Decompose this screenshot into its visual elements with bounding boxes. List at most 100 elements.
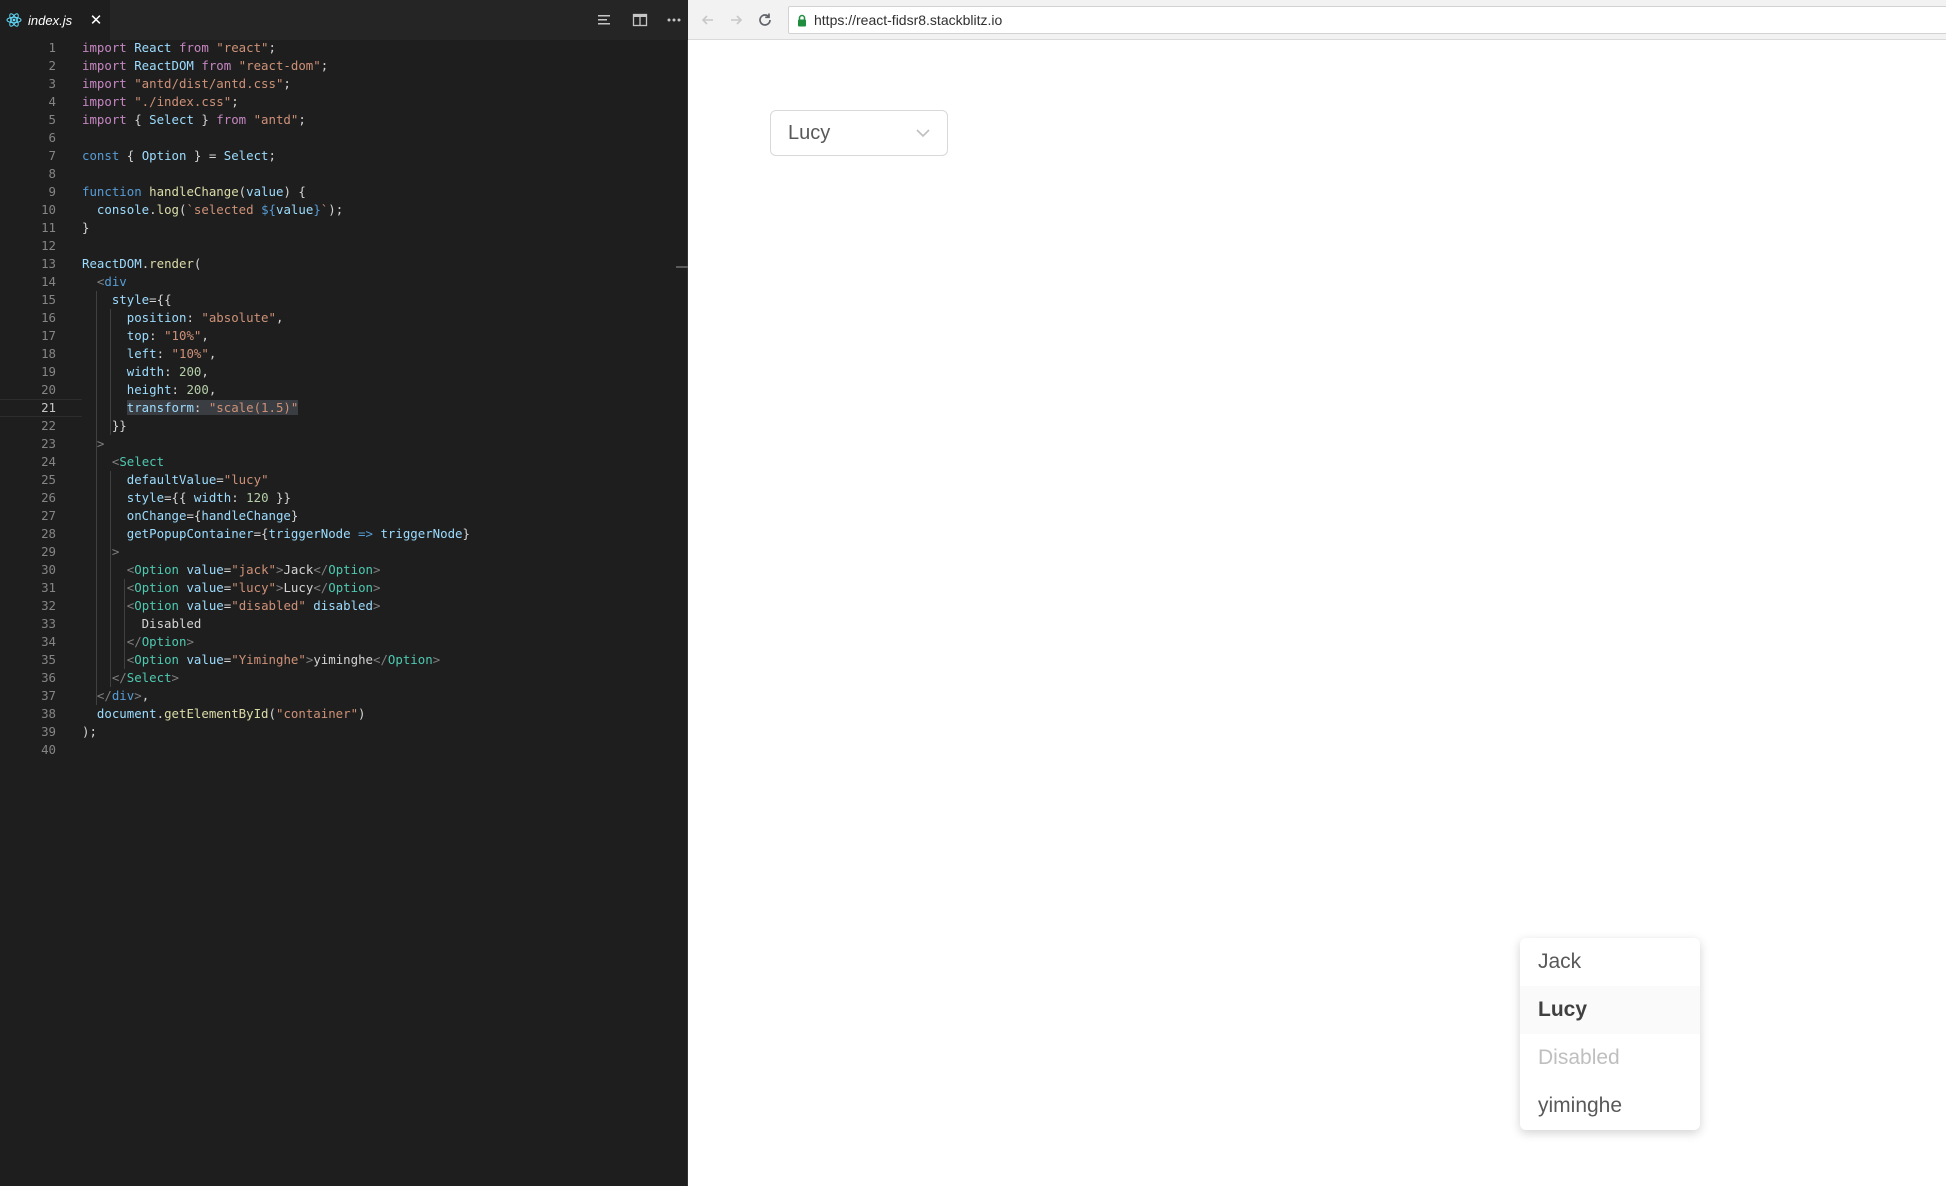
code-text: }: [82, 219, 89, 237]
code-line[interactable]: 24 <Select: [0, 453, 688, 471]
code-text: <div: [82, 273, 127, 291]
line-number: 4: [48, 94, 56, 109]
code-line[interactable]: 25 defaultValue="lucy": [0, 471, 688, 489]
code-text: Disabled: [82, 615, 202, 633]
code-line[interactable]: 35 <Option value="Yiminghe">yiminghe</Op…: [0, 651, 688, 669]
code-line[interactable]: 12: [0, 237, 688, 255]
code-line[interactable]: 34 </Option>: [0, 633, 688, 651]
more-icon[interactable]: [664, 10, 684, 30]
option-jack[interactable]: Jack: [1520, 938, 1700, 986]
code-line[interactable]: 27 onChange={handleChange}: [0, 507, 688, 525]
code-line[interactable]: 26 style={{ width: 120 }}: [0, 489, 688, 507]
option-yiminghe[interactable]: yiminghe: [1520, 1082, 1700, 1130]
line-number: 35: [41, 652, 56, 667]
code-token: >: [373, 562, 381, 577]
code-token: </: [126, 634, 142, 649]
line-number: 19: [41, 364, 56, 379]
code-line[interactable]: 22 }}: [0, 417, 688, 435]
split-editor-icon[interactable]: [630, 10, 650, 30]
code-line[interactable]: 23 >: [0, 435, 688, 453]
code-line[interactable]: 31 <Option value="lucy">Lucy</Option>: [0, 579, 688, 597]
code-token: ;: [268, 148, 276, 163]
code-token: =: [216, 472, 224, 487]
code-line[interactable]: 2 import ReactDOM from "react-dom";: [0, 57, 688, 75]
code-token: Option: [141, 634, 187, 649]
code-token: React: [134, 40, 179, 55]
code-line[interactable]: 29 >: [0, 543, 688, 561]
code-line[interactable]: 38 document.getElementById("container"): [0, 705, 688, 723]
select-dropdown[interactable]: Lucy: [770, 110, 948, 156]
option-lucy[interactable]: Lucy: [1520, 986, 1700, 1034]
code-line[interactable]: 40: [0, 741, 688, 759]
code-line[interactable]: 8: [0, 165, 688, 183]
code-token: width: [193, 490, 232, 505]
close-icon[interactable]: ✕: [88, 10, 104, 30]
code-line[interactable]: 3 import "antd/dist/antd.css";: [0, 75, 688, 93]
code-line[interactable]: 14 <div: [0, 273, 688, 291]
code-token: triggerNode: [268, 526, 359, 541]
code-line[interactable]: 4 import "./index.css";: [0, 93, 688, 111]
code-line[interactable]: 17 top: "10%",: [0, 327, 688, 345]
code-token: ;: [268, 40, 284, 55]
code-line[interactable]: 10 console.log(`selected ${value}`);: [0, 201, 688, 219]
code-token: ReactDOM: [82, 256, 142, 271]
code-line[interactable]: 5 import { Select } from "antd";: [0, 111, 688, 129]
code-token: import: [82, 94, 135, 109]
code-line[interactable]: 30 <Option value="jack">Jack</Option>: [0, 561, 688, 579]
code-token: "antd/dist/antd.css": [134, 76, 284, 91]
code-line[interactable]: 6: [0, 129, 688, 147]
code-line[interactable]: 36 </Select>: [0, 669, 688, 687]
code-line[interactable]: 13 ReactDOM.render(: [0, 255, 688, 273]
code-token: }: [462, 526, 470, 541]
code-line[interactable]: 15 style={{: [0, 291, 688, 309]
tab-index-js[interactable]: index.js ✕: [0, 0, 110, 40]
line-number: 32: [41, 598, 56, 613]
code-line[interactable]: 9 function handleChange(value) {: [0, 183, 688, 201]
code-line[interactable]: 33 Disabled: [0, 615, 688, 633]
indent-guide: [124, 579, 125, 669]
align-left-icon[interactable]: [594, 10, 614, 30]
code-token: render: [149, 256, 194, 271]
code-token: Select: [119, 454, 165, 469]
code-token: const: [82, 148, 127, 163]
code-token: {: [134, 112, 150, 127]
code-line[interactable]: 11}: [0, 219, 688, 237]
forward-arrow-icon[interactable]: [726, 10, 746, 30]
reload-icon[interactable]: [755, 10, 775, 30]
back-arrow-icon[interactable]: [698, 10, 718, 30]
option-disabled: Disabled: [1538, 1046, 1620, 1069]
code-token: >: [96, 436, 105, 451]
code-token: value: [246, 184, 284, 199]
code-line[interactable]: 37 </div>,: [0, 687, 688, 705]
line-number: 31: [41, 580, 56, 595]
code-token: :: [164, 364, 179, 379]
address-bar[interactable]: https://react-fidsr8.stackblitz.io: [788, 6, 1946, 34]
code-line[interactable]: 19 width: 200,: [0, 363, 688, 381]
code-text: left: "10%",: [82, 345, 217, 363]
code-line[interactable]: 28 getPopupContainer={triggerNode => tri…: [0, 525, 688, 543]
code-line[interactable]: 39);: [0, 723, 688, 741]
code-token: from: [216, 112, 254, 127]
code-token: }}: [268, 490, 291, 505]
code-line[interactable]: 1 import React from "react";: [0, 39, 688, 57]
code-line[interactable]: 32 <Option value="disabled" disabled>: [0, 597, 688, 615]
code-token: </: [313, 562, 329, 577]
code-area[interactable]: 1 import React from "react"; 2 import Reac…: [0, 39, 688, 759]
code-text: >: [82, 543, 119, 561]
code-token: (: [193, 256, 202, 271]
code-line[interactable]: 16 position: "absolute",: [0, 309, 688, 327]
line-number: 1: [48, 40, 56, 55]
code-text: <Option value="jack">Jack</Option>: [82, 561, 381, 579]
dropdown-menu: Jack Lucy Disabled yiminghe: [1520, 938, 1700, 1130]
code-line[interactable]: 20 height: 200,: [0, 381, 688, 399]
code-line[interactable]: 18 left: "10%",: [0, 345, 688, 363]
code-line[interactable]: 21 transform: "scale(1.5)": [0, 399, 688, 417]
code-line[interactable]: 7 const { Option } = Select;: [0, 147, 688, 165]
line-number: 13: [41, 256, 56, 271]
code-token: :: [171, 382, 187, 397]
code-editor[interactable]: index.js ✕ 1 import React from "react"; 2…: [0, 0, 688, 1186]
line-number: 22: [41, 418, 56, 433]
code-token: Select: [149, 112, 202, 127]
code-text: height: 200,: [82, 381, 217, 399]
